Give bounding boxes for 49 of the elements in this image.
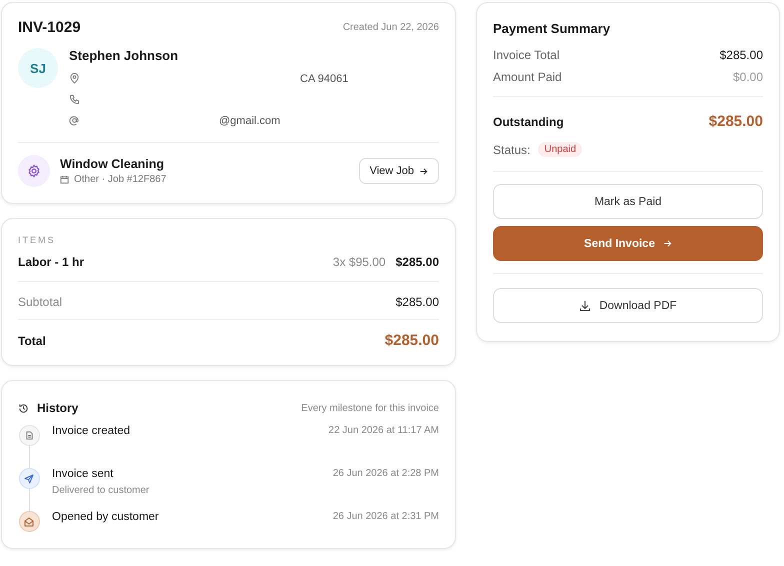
item-amount: $285.00 bbox=[396, 255, 439, 269]
send-invoice-button[interactable]: Send Invoice bbox=[493, 226, 763, 261]
envelope-icon bbox=[18, 511, 40, 532]
paper-plane-icon bbox=[18, 468, 40, 489]
calendar-icon bbox=[60, 175, 69, 184]
history-title: History bbox=[37, 401, 78, 415]
job-title: Window Cleaning bbox=[60, 157, 166, 171]
invoice-number: INV-1029 bbox=[18, 19, 81, 36]
subtotal-value: $285.00 bbox=[396, 295, 439, 309]
customer-name: Stephen Johnson bbox=[69, 48, 180, 63]
at-sign-icon bbox=[69, 115, 80, 126]
created-date: Created Jun 22, 2026 bbox=[342, 22, 439, 33]
download-button[interactable]: Download PDF bbox=[493, 288, 763, 323]
summary-value: $285.00 bbox=[720, 48, 763, 62]
total-value: $285.00 bbox=[384, 332, 439, 349]
summary-value: $0.00 bbox=[732, 70, 763, 84]
event-title: Invoice created bbox=[52, 425, 131, 437]
history-subtitle: Every milestone for this invoice bbox=[301, 402, 439, 414]
status-badge: Unpaid bbox=[538, 142, 582, 157]
event-detail: Delivered to customer bbox=[52, 485, 150, 496]
event-title: Opened by customer bbox=[52, 511, 160, 523]
history-clock-icon bbox=[18, 402, 29, 414]
outstanding-label: Outstanding bbox=[493, 114, 564, 128]
section-label: ITEMS bbox=[18, 235, 57, 245]
total-label: Total bbox=[18, 334, 46, 348]
arrow-right-icon bbox=[419, 166, 428, 176]
item-quantity-price: 3x $95.00 bbox=[332, 255, 386, 269]
summary-label: Invoice Total bbox=[493, 48, 560, 62]
gear-icon bbox=[18, 155, 50, 187]
event-title: Invoice sent bbox=[52, 468, 114, 480]
location-pin-icon bbox=[69, 73, 80, 84]
summary-label: Amount Paid bbox=[493, 70, 562, 84]
phone-icon bbox=[69, 94, 80, 105]
download-icon bbox=[579, 300, 592, 312]
subtotal-label: Subtotal bbox=[18, 295, 62, 309]
payment-summary-title: Payment Summary bbox=[493, 21, 612, 36]
job-meta: Other · Job #12F867 bbox=[74, 174, 166, 185]
arrow-right-icon bbox=[662, 239, 672, 248]
view-job-button[interactable]: View Job bbox=[358, 158, 439, 184]
avatar-initials: SJ bbox=[18, 48, 58, 88]
contact-text: CA 94061 bbox=[300, 72, 348, 84]
outstanding-value: $285.00 bbox=[708, 113, 763, 130]
event-time: 26 Jun 2026 at 2:31 PM bbox=[332, 511, 439, 522]
contact-text: @gmail.com bbox=[219, 114, 280, 126]
item-name: Labor - 1 hr bbox=[18, 255, 84, 269]
mark-paid-button[interactable]: Mark as Paid bbox=[493, 184, 763, 219]
event-time: 22 Jun 2026 at 11:17 AM bbox=[328, 425, 439, 436]
status-label: Status: bbox=[493, 142, 530, 156]
event-time: 26 Jun 2026 at 2:28 PM bbox=[332, 468, 439, 479]
